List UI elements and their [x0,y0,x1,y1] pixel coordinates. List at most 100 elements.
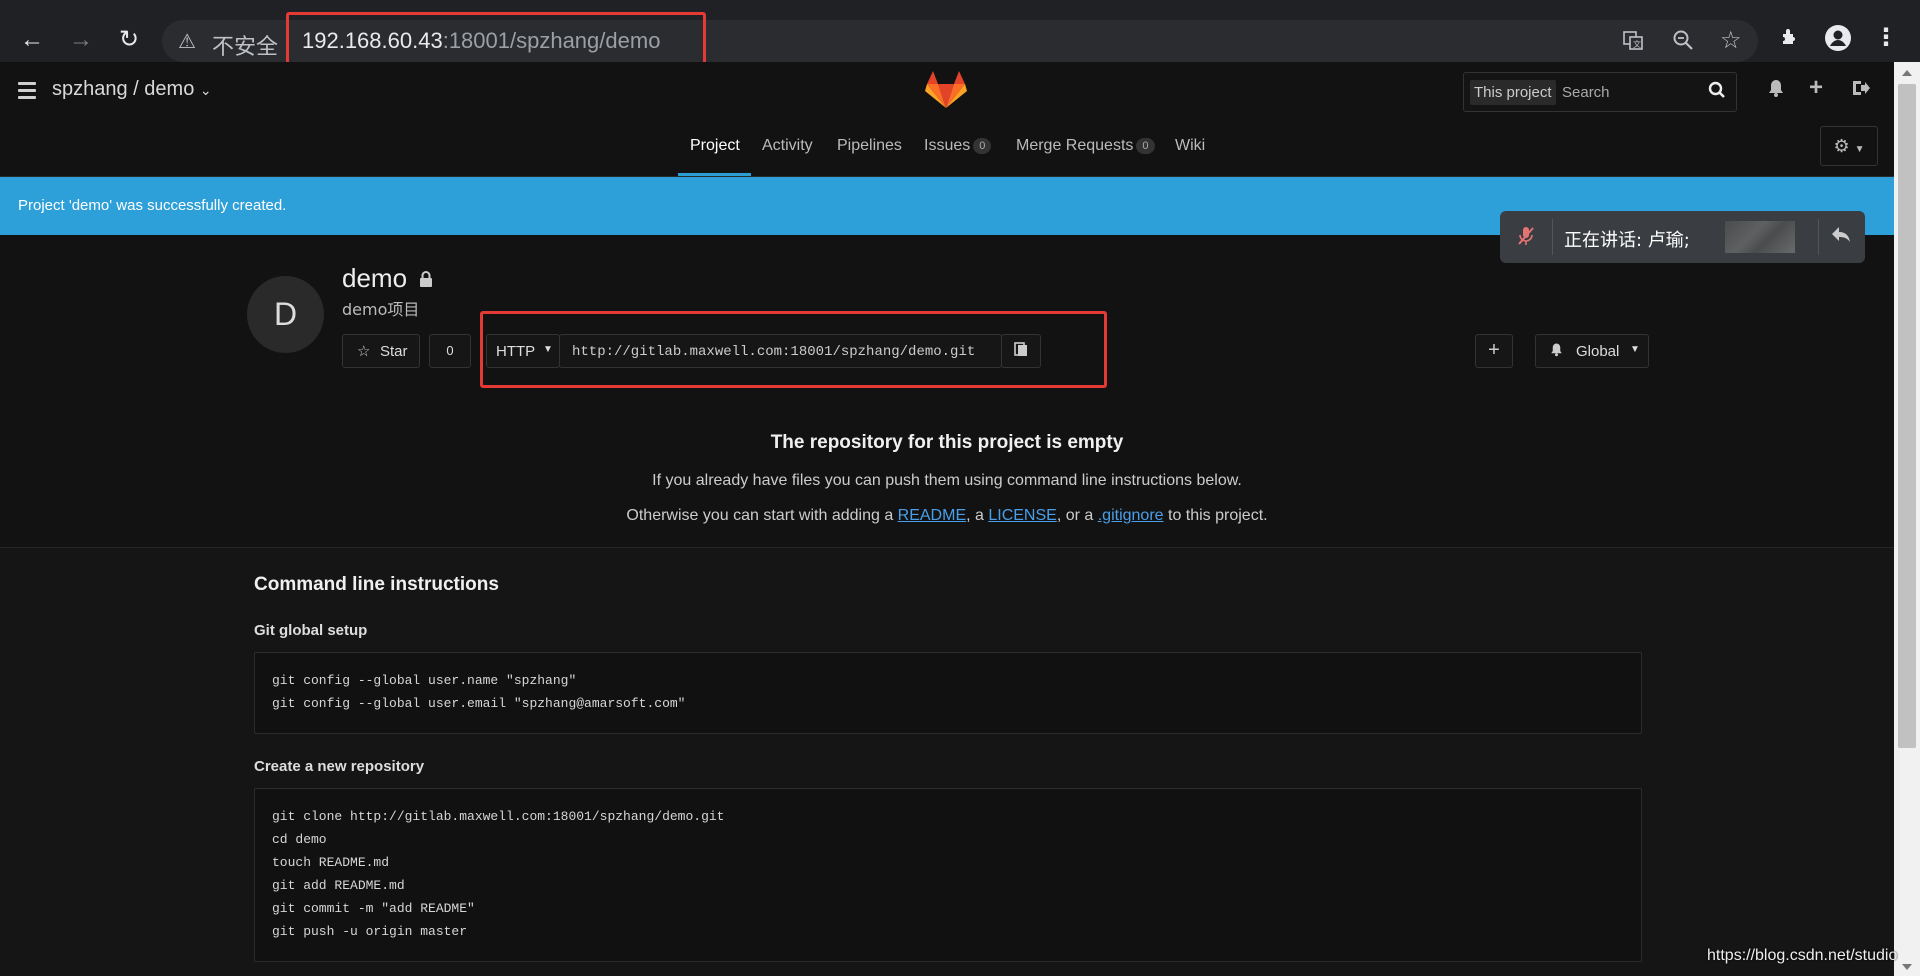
url-host: 192.168.60.43 [302,28,443,53]
caret-down-icon: ▼ [543,344,553,355]
caret-down-icon: ▼ [1630,344,1640,355]
scrollbar-thumb[interactable] [1898,84,1916,748]
watermark-text: https://blog.csdn.net/studio [1707,947,1898,964]
empty-repo-suffix: to this project. [1163,507,1268,524]
separator-text: , a [966,507,989,524]
copy-url-button[interactable] [1001,334,1041,368]
popup-divider [1552,219,1553,255]
code-line: cd demo [272,832,327,847]
tab-issues-label: Issues [924,137,971,154]
star-count[interactable]: 0 [429,334,471,368]
reload-icon[interactable]: ↻ [115,26,143,54]
star-button[interactable]: ☆ Star [342,334,420,368]
insecure-label[interactable]: 不安全 [212,29,278,61]
tab-merge-requests[interactable]: Merge Requests 0 [1016,137,1155,155]
gitlab-logo[interactable] [924,70,968,110]
back-icon[interactable]: ← [18,26,46,54]
clone-protocol-label: HTTP [496,343,536,360]
readme-link[interactable]: README [898,507,966,524]
plus-icon[interactable]: + [1809,74,1823,102]
bookmark-star-icon[interactable]: ☆ [1720,26,1742,55]
reply-arrow-icon[interactable] [1830,223,1852,251]
search-placeholder: Search [1562,84,1610,101]
search-icon[interactable] [1708,81,1726,105]
empty-repo-links: Otherwise you can start with adding a RE… [0,507,1894,525]
forward-icon[interactable]: → [67,26,95,54]
project-description: demo项目 [342,300,420,319]
tab-activity[interactable]: Activity [762,137,813,155]
scroll-up-arrow-icon[interactable] [1902,70,1912,76]
active-tab-indicator [678,173,751,176]
new-repo-code[interactable]: git clone http://gitlab.maxwell.com:1800… [254,788,1642,962]
tab-issues[interactable]: Issues 0 [924,137,992,155]
project-name: demo [342,263,408,293]
cli-title: Command line instructions [254,574,499,595]
zoom-icon[interactable] [1672,29,1694,57]
flash-message: Project 'demo' was successfully created. [18,197,287,214]
notification-level-dropdown[interactable]: Global ▼ [1535,334,1649,368]
tab-project[interactable]: Project [690,137,740,155]
empty-repo-prefix: Otherwise you can start with adding a [626,507,898,524]
merge-requests-count-badge: 0 [1136,138,1155,154]
star-icon: ☆ [357,343,371,360]
lock-icon [418,270,434,293]
svg-text:文: 文 [1633,39,1641,49]
address-bar[interactable]: ⚠ 不安全 192.168.60.43:18001/spzhang/demo 文… [162,20,1758,62]
gitlab-header: spzhang / demo ⌄ This project Search + [0,62,1894,177]
caret-down-icon: ▼ [1854,144,1865,155]
empty-repo-title: The repository for this project is empty [770,432,1124,453]
add-file-button[interactable]: + [1475,334,1513,368]
separator-text: , or a [1056,507,1098,524]
speaking-text: 正在讲话: 卢瑜; [1564,230,1690,251]
global-setup-title: Git global setup [254,622,368,639]
plus-icon: + [1488,339,1500,361]
extensions-icon[interactable] [1776,25,1804,53]
search-scope-label[interactable]: This project [1470,80,1556,105]
empty-repo-hint: If you already have files you can push t… [652,472,1242,489]
project-path: spzhang / demo [52,78,195,100]
bell-icon [1549,342,1564,361]
notification-level-label: Global [1576,343,1620,360]
tab-pipelines[interactable]: Pipelines [837,137,902,155]
code-line: git config --global user.email "spzhang@… [272,696,686,711]
clone-url-text: http://gitlab.maxwell.com:18001/spzhang/… [572,344,976,360]
chrome-menu-icon[interactable]: ⋮ [1872,24,1900,52]
clone-url-input[interactable]: http://gitlab.maxwell.com:18001/spzhang/… [559,334,1002,368]
code-line: git add README.md [272,878,405,893]
settings-dropdown-button[interactable]: ⚙ ▼ [1820,126,1878,166]
popup-divider [1818,219,1819,255]
hamburger-menu-icon[interactable] [18,82,36,103]
page-scrollbar[interactable] [1894,62,1920,976]
url-text[interactable]: 192.168.60.43:18001/spzhang/demo [302,28,660,54]
chevron-down-icon: ⌄ [199,82,212,98]
star-label: Star [380,343,408,360]
scroll-down-arrow-icon[interactable] [1902,964,1912,970]
sign-out-icon[interactable] [1851,78,1871,104]
license-link[interactable]: LICENSE [988,507,1056,524]
gear-icon: ⚙ [1833,136,1850,156]
project-path-dropdown[interactable]: spzhang / demo ⌄ [52,78,212,101]
browser-toolbar: ← → ↻ ⚠ 不安全 192.168.60.43:18001/spzhang/… [0,0,1920,62]
tab-merge-requests-label: Merge Requests [1016,137,1134,154]
warning-icon[interactable]: ⚠ [178,29,196,54]
muted-mic-icon[interactable] [1516,225,1536,253]
code-line: touch README.md [272,855,390,870]
code-line: git clone http://gitlab.maxwell.com:1800… [272,809,725,824]
bell-icon[interactable] [1766,78,1786,104]
search-input[interactable]: This project Search [1463,72,1737,112]
speaking-indicator-popup: 正在讲话: 卢瑜; [1500,211,1865,263]
profile-icon[interactable] [1824,24,1852,52]
tab-wiki[interactable]: Wiki [1175,137,1205,155]
new-repo-title: Create a new repository [254,758,425,775]
gitignore-link[interactable]: .gitignore [1098,507,1164,524]
clipboard-icon [1014,342,1028,359]
blurred-avatar [1725,221,1795,253]
code-line: git push -u origin master [272,924,468,939]
global-setup-code[interactable]: git config --global user.name "spzhang" … [254,652,1642,734]
translate-icon[interactable]: 文 [1622,29,1644,57]
project-avatar: D [247,276,324,353]
issues-count-badge: 0 [973,138,992,154]
clone-protocol-dropdown[interactable]: HTTP ▼ [486,334,560,368]
code-line: git commit -m "add README" [272,901,475,916]
code-line: git config --global user.name "spzhang" [272,673,577,688]
